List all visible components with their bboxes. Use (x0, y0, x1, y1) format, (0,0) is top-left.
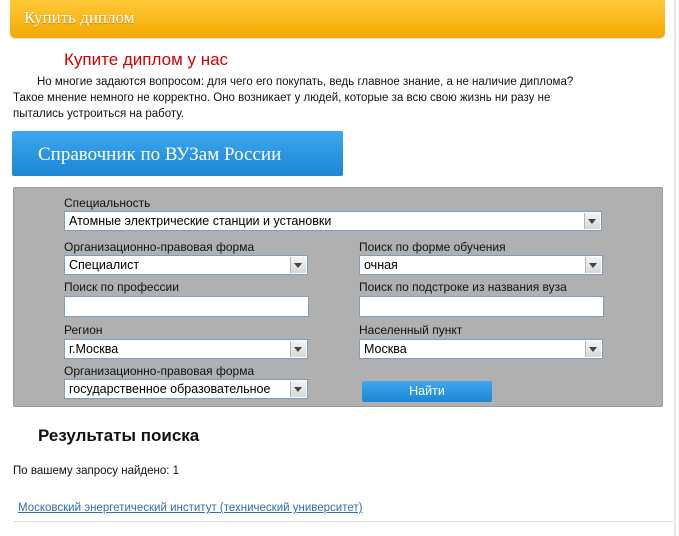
org-form-select[interactable]: Специалист (64, 255, 308, 275)
name-substring-label: Поиск по подстроке из названия вуза (359, 280, 567, 294)
header-title: Купить диплом (24, 8, 135, 27)
intro-line-2: Такое мнение немного не корректно. Оно в… (13, 92, 551, 104)
search-form-panel: Специальность Атомные электрические стан… (13, 187, 663, 407)
page-header: Купить диплом (10, 0, 665, 38)
chevron-down-icon[interactable] (290, 381, 306, 397)
study-form-value: очная (364, 258, 398, 272)
intro-line-3: пытались устроиться на работу. (13, 108, 185, 120)
region-label: Регион (64, 323, 103, 337)
chevron-down-icon[interactable] (585, 341, 601, 357)
chevron-down-icon[interactable] (290, 257, 306, 273)
locality-value: Москва (364, 342, 407, 356)
result-link[interactable]: Московский энергетический институт (техн… (18, 502, 362, 514)
locality-label: Населенный пункт (359, 323, 463, 337)
region-select[interactable]: г.Москва (64, 339, 308, 359)
study-form-label: Поиск по форме обучения (359, 240, 506, 254)
specialty-label: Специальность (64, 196, 151, 210)
intro-paragraph: Но многие задаются вопросом: для чего ег… (13, 74, 633, 122)
page-edge-divider (674, 0, 676, 536)
region-value: г.Москва (69, 342, 119, 356)
specialty-value: Атомные электрические станции и установк… (69, 214, 332, 228)
org-form-2-value: государственное образовательное (69, 382, 271, 396)
chevron-down-icon[interactable] (585, 257, 601, 273)
org-form-2-select[interactable]: государственное образовательное (64, 379, 308, 399)
divider (13, 521, 673, 522)
name-substring-input[interactable] (359, 296, 604, 317)
search-button[interactable]: Найти (362, 381, 492, 402)
profession-input[interactable] (64, 296, 309, 317)
specialty-select[interactable]: Атомные электрические станции и установк… (64, 211, 602, 231)
chevron-down-icon[interactable] (584, 213, 600, 229)
results-count: По вашему запросу найдено: 1 (13, 465, 180, 477)
org-form-2-label: Организационно-правовая форма (64, 364, 255, 378)
intro-line-1: Но многие задаются вопросом: для чего ег… (37, 76, 574, 88)
org-form-label: Организационно-правовая форма (64, 240, 255, 254)
chevron-down-icon[interactable] (290, 341, 306, 357)
org-form-value: Специалист (69, 258, 140, 272)
article-headline: Купите диплом у нас (64, 50, 229, 69)
locality-select[interactable]: Москва (359, 339, 603, 359)
profession-label: Поиск по профессии (64, 280, 179, 294)
banner-label: Справочник по ВУЗам России (38, 144, 282, 165)
results-title: Результаты поиска (38, 426, 200, 445)
study-form-select[interactable]: очная (359, 255, 603, 275)
universities-directory-banner[interactable]: Справочник по ВУЗам России (12, 131, 343, 176)
